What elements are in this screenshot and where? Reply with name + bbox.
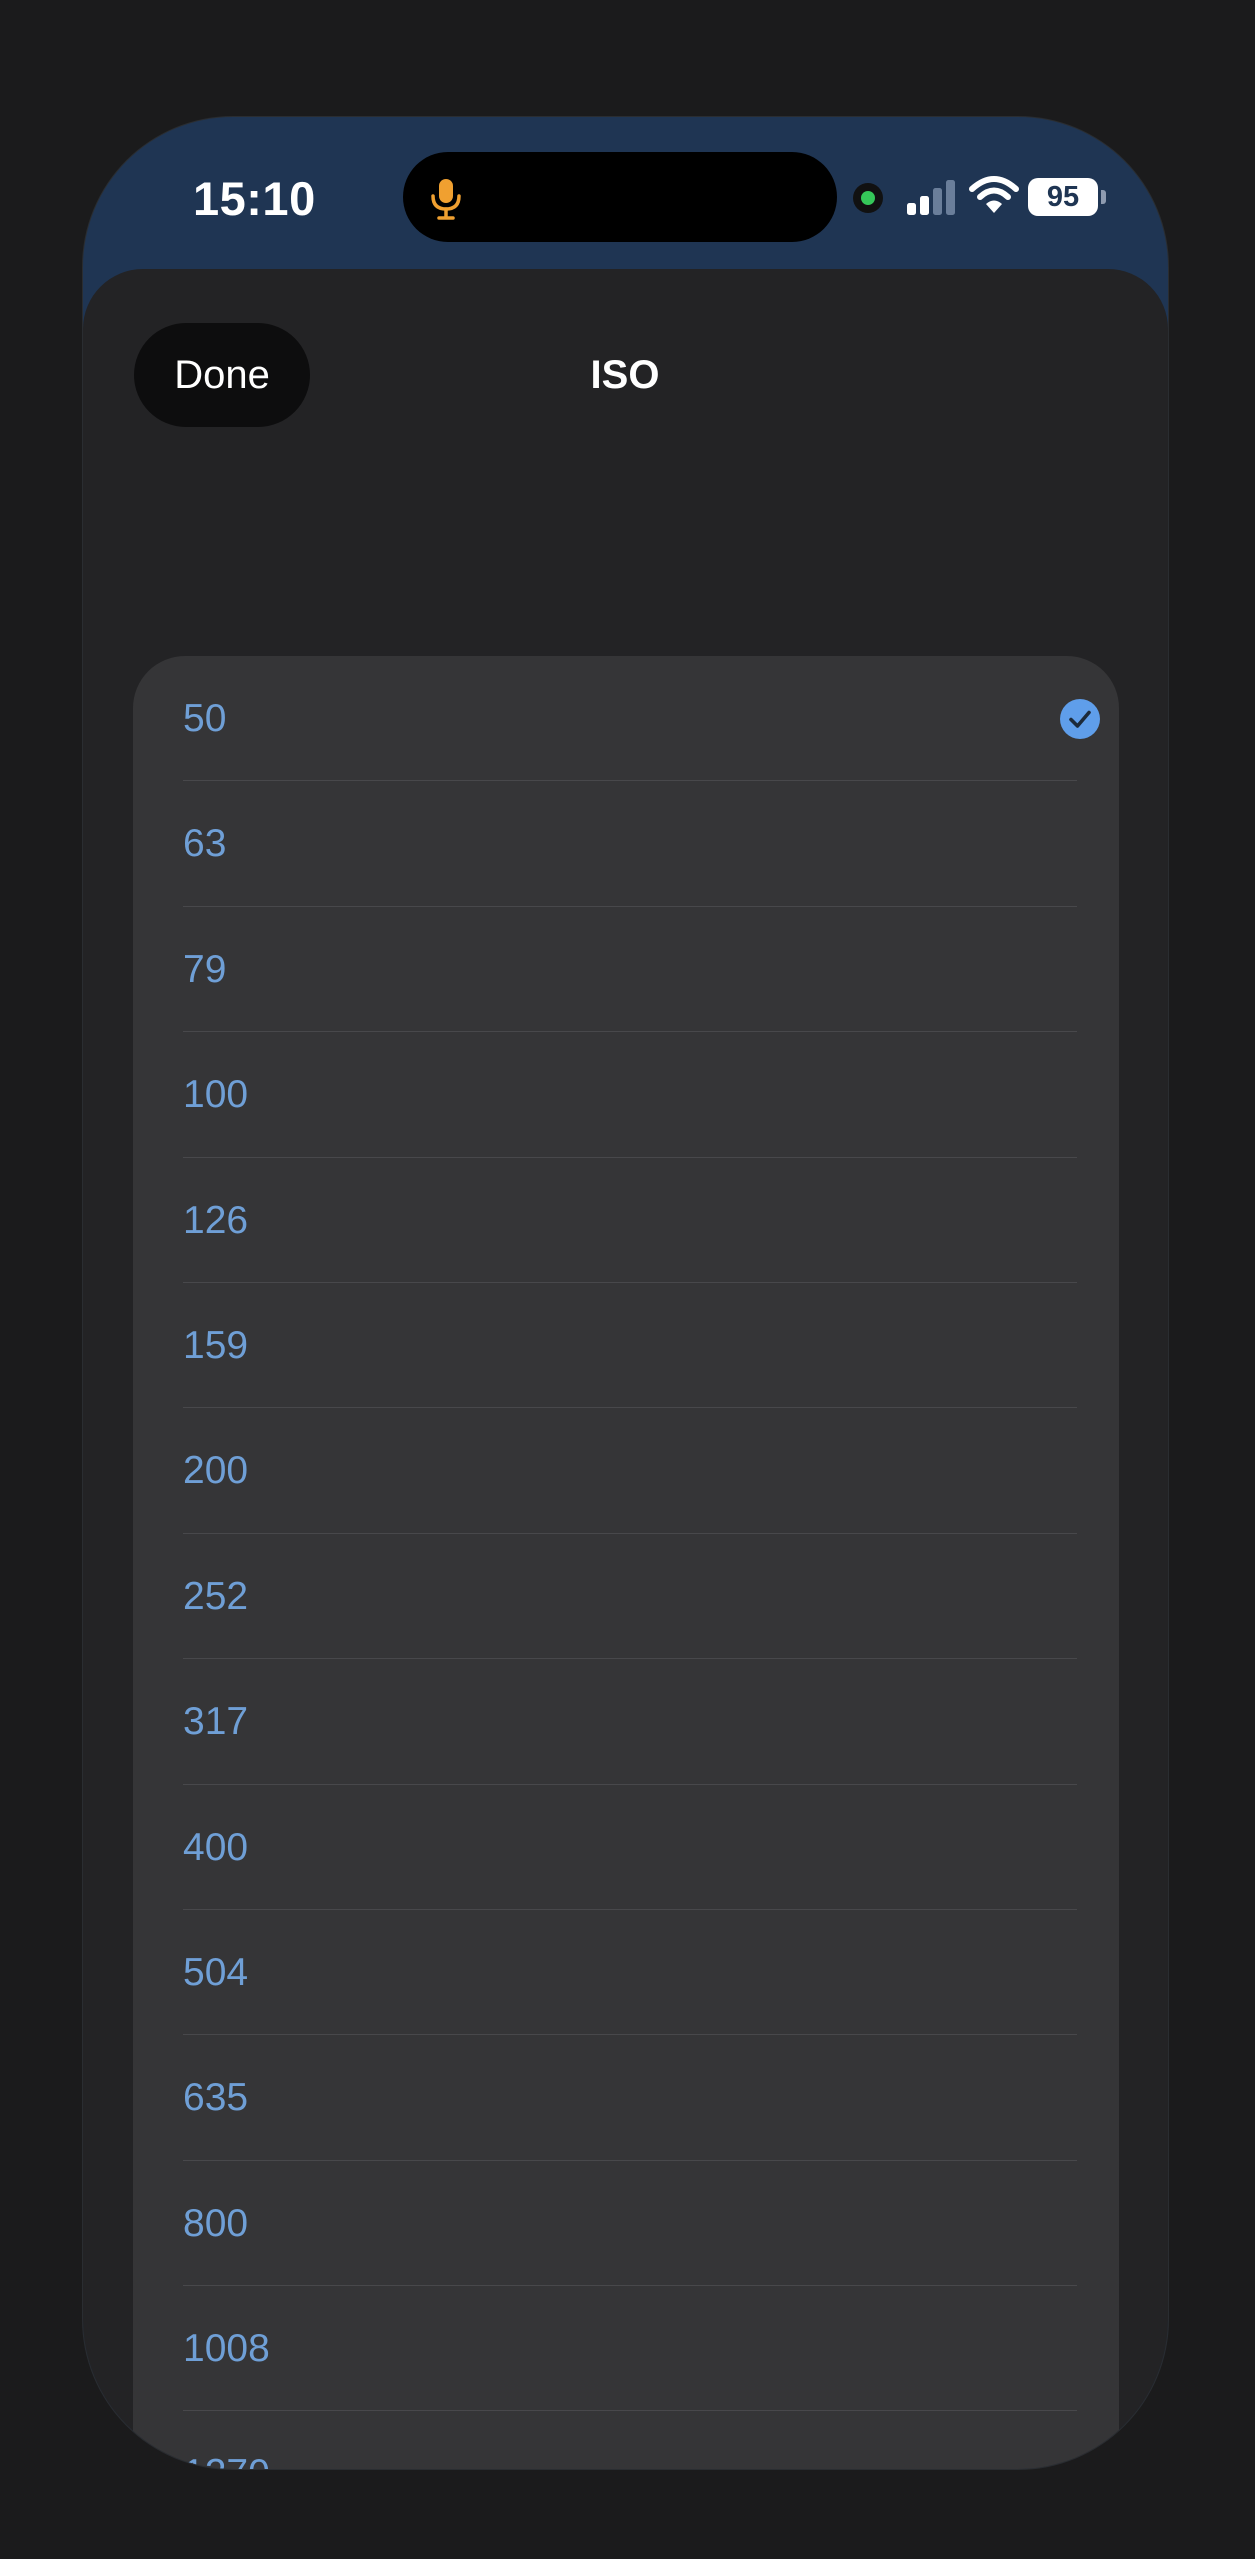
battery-tip [1101, 190, 1106, 204]
iso-option-label: 50 [183, 697, 227, 740]
wifi-icon [969, 176, 1019, 213]
dynamic-island[interactable] [403, 152, 837, 242]
iso-option-row[interactable]: 63 [133, 781, 1119, 908]
iso-option-row[interactable]: 50 [133, 656, 1119, 782]
mic-icon [431, 179, 461, 220]
status-bar: 15:10 95 [83, 117, 1168, 267]
iso-option-label: 100 [183, 1073, 249, 1117]
camera-in-use-indicator-icon [853, 183, 883, 213]
iso-option-row[interactable]: 400 [133, 1785, 1119, 1911]
iso-option-row[interactable]: 800 [133, 2161, 1119, 2287]
iso-option-label: 126 [183, 1198, 249, 1242]
battery-icon: 95 [1028, 178, 1098, 216]
iso-option-label: 1008 [183, 2327, 270, 2371]
iso-option-label: 400 [183, 1825, 249, 1869]
iso-option-label: 1270 [183, 2449, 270, 2469]
iso-option-row[interactable]: 252 [133, 1534, 1119, 1660]
iso-option-row[interactable]: 1270 [133, 2411, 1119, 2469]
iso-option-label: 200 [183, 1449, 249, 1493]
iso-option-row[interactable]: 159 [133, 1283, 1119, 1409]
cellular-signal-icon [907, 180, 955, 215]
iso-option-label: 63 [183, 822, 227, 866]
iso-options-list: 50 63 79 100 126 159 200 252 317 400 504 635 800 1008… [133, 656, 1119, 2469]
done-button[interactable]: Done [134, 323, 310, 427]
iso-option-label: 159 [183, 1323, 249, 1367]
iso-option-row[interactable]: 126 [133, 1158, 1119, 1284]
iso-option-row[interactable]: 200 [133, 1408, 1119, 1535]
iso-option-row[interactable]: 635 [133, 2035, 1119, 2162]
iso-option-row[interactable]: 1008 [133, 2286, 1119, 2412]
iso-option-label: 635 [183, 2076, 249, 2120]
iso-option-row[interactable]: 504 [133, 1910, 1119, 2036]
iso-option-label: 800 [183, 2201, 249, 2245]
status-time: 15:10 [193, 172, 316, 225]
iso-option-label: 252 [183, 1574, 249, 1618]
iso-option-label: 79 [183, 947, 227, 991]
iso-option-label: 504 [183, 1950, 249, 1994]
iso-option-row[interactable]: 100 [133, 1032, 1119, 1158]
iso-sheet: Done ISO 50 63 79 100 126 159 200 252 317 400 504 6… [83, 269, 1168, 2469]
iso-option-row[interactable]: 79 [133, 907, 1119, 1033]
checkmark-circle-icon [1060, 699, 1100, 739]
page-title: ISO [590, 353, 660, 397]
iso-option-label: 317 [183, 1700, 249, 1744]
iso-option-row[interactable]: 317 [133, 1659, 1119, 1785]
phone-screen: 15:10 95 Done ISO 50 63 79 100 126 159 2… [83, 117, 1168, 2469]
